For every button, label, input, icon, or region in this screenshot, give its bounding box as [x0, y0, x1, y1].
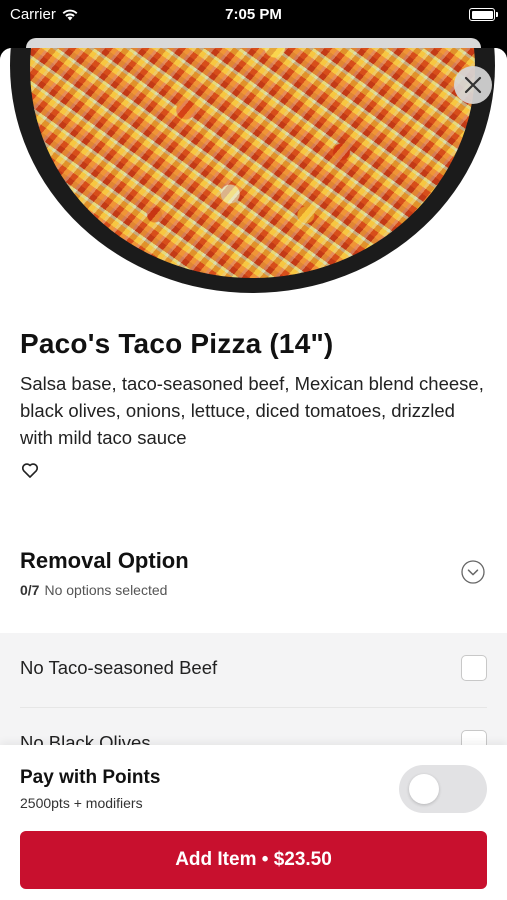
selection-count: 0/7 — [20, 582, 40, 598]
pay-with-points-toggle[interactable] — [399, 765, 487, 813]
item-title: Paco's Taco Pizza (14") — [20, 328, 334, 359]
item-description: Salsa base, taco-seasoned beef, Mexican … — [20, 373, 484, 448]
close-button[interactable] — [454, 66, 492, 104]
add-item-price: $23.50 — [273, 849, 332, 870]
removal-option-title: Removal Option — [20, 548, 189, 573]
option-label: No Taco-seasoned Beef — [20, 657, 218, 678]
pay-with-points-label: Pay with Points — [20, 767, 161, 788]
option-checkbox[interactable] — [461, 655, 487, 681]
selection-status: No options selected — [44, 582, 168, 598]
pizza-toppings — [30, 48, 475, 278]
close-icon — [464, 76, 482, 94]
item-image — [0, 48, 507, 293]
add-item-label: Add Item — [175, 849, 257, 870]
heart-icon[interactable] — [20, 460, 40, 480]
checkout-footer: Pay with Points 2500pts + modifiers Add … — [0, 745, 507, 900]
battery-icon — [469, 8, 498, 21]
points-cost: 2500pts + modifiers — [20, 795, 143, 811]
add-item-button[interactable]: Add Item • $23.50 — [20, 831, 487, 889]
chevron-down-icon[interactable] — [461, 560, 485, 584]
add-item-separator: • — [261, 849, 269, 870]
item-detail-sheet: Paco's Taco Pizza (14") Salsa base, taco… — [0, 48, 507, 900]
toggle-knob — [409, 774, 439, 804]
status-time: 7:05 PM — [225, 6, 282, 23]
option-row[interactable]: No Taco-seasoned Beef — [0, 633, 507, 708]
removal-option-status: 0/7 No options selected — [20, 582, 167, 598]
status-bar: Carrier 7:05 PM — [0, 0, 507, 30]
